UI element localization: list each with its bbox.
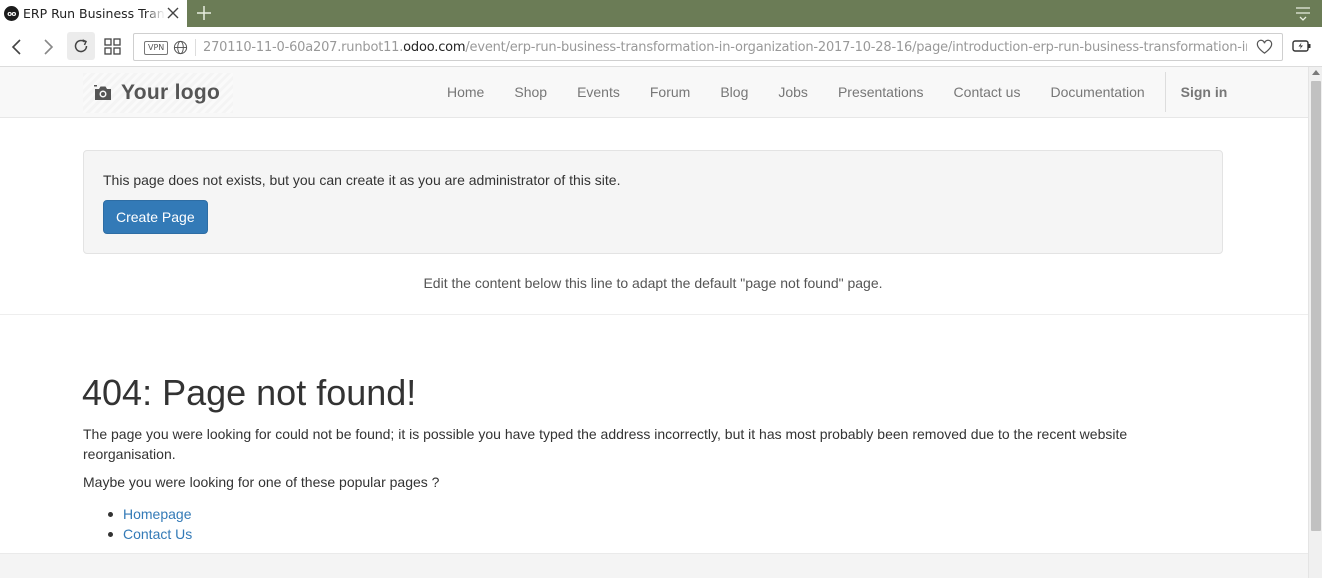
menu-item-jobs[interactable]: Jobs: [763, 67, 823, 117]
heart-icon[interactable]: [1256, 39, 1273, 56]
url-separator: [195, 39, 196, 56]
scroll-up-arrow-icon[interactable]: [1312, 70, 1320, 75]
main-menu: Home Shop Events Forum Blog Jobs Present…: [432, 67, 1242, 117]
tiles-icon[interactable]: [102, 36, 124, 58]
popular-pages-list: Homepage Contact Us: [83, 504, 192, 544]
footer: [0, 553, 1308, 578]
url-path: /event/erp-run-business-transformation-i…: [465, 40, 1247, 55]
contact-us-link[interactable]: Contact Us: [123, 526, 192, 542]
url-prefix: 270110-11-0-60a207.runbot11.: [203, 40, 404, 55]
reload-button[interactable]: [67, 32, 95, 60]
menu-item-events[interactable]: Events: [562, 67, 635, 117]
page-scrollbar[interactable]: [1308, 67, 1322, 578]
menu-item-home[interactable]: Home: [432, 67, 499, 117]
vpn-badge[interactable]: VPN: [144, 41, 169, 55]
browser-tab-active[interactable]: oo ERP Run Business Transformation in Or…: [0, 0, 187, 27]
list-item: Homepage: [83, 504, 192, 524]
browser-tab-bar: oo ERP Run Business Transformation in Or…: [0, 0, 1322, 27]
site-logo[interactable]: Your logo: [83, 73, 233, 113]
close-icon[interactable]: [165, 5, 181, 21]
tab-title: ERP Run Business Transformation in Organ…: [23, 6, 165, 21]
reload-icon: [74, 39, 88, 53]
menu-item-contact-us[interactable]: Contact us: [939, 67, 1036, 117]
site-navbar: Your logo Home Shop Events Forum Blog Jo…: [0, 67, 1308, 118]
browser-toolbar: VPN 270110-11-0-60a207.runbot11.odoo.com…: [0, 27, 1322, 67]
page-title: 404: Page not found!: [82, 372, 417, 413]
menu-item-shop[interactable]: Shop: [499, 67, 562, 117]
menu-item-blog[interactable]: Blog: [705, 67, 763, 117]
globe-icon[interactable]: [173, 40, 188, 55]
suggestion-text: Maybe you were looking for one of these …: [83, 474, 440, 490]
not-found-description: The page you were looking for could not …: [83, 426, 1128, 462]
tab-menu-icon[interactable]: [1294, 5, 1312, 21]
back-arrow-icon[interactable]: [6, 36, 28, 58]
odoo-favicon-icon: oo: [4, 6, 19, 21]
admin-notice: This page does not exists, but you can c…: [83, 150, 1223, 254]
admin-notice-text: This page does not exists, but you can c…: [103, 172, 621, 188]
sign-in-link[interactable]: Sign in: [1166, 67, 1243, 117]
scrollbar-thumb[interactable]: [1311, 81, 1321, 531]
url-text[interactable]: 270110-11-0-60a207.runbot11.odoo.com/eve…: [203, 40, 1247, 55]
create-page-button[interactable]: Create Page: [103, 200, 208, 234]
camera-icon: [94, 85, 111, 100]
menu-item-presentations[interactable]: Presentations: [823, 67, 939, 117]
menu-item-documentation[interactable]: Documentation: [1035, 67, 1159, 117]
logo-text: Your logo: [121, 81, 221, 104]
list-item: Contact Us: [83, 524, 192, 544]
plus-icon[interactable]: [194, 3, 214, 23]
battery-icon[interactable]: [1292, 39, 1312, 53]
divider: [0, 314, 1308, 315]
homepage-link[interactable]: Homepage: [123, 506, 192, 522]
forward-arrow-icon[interactable]: [37, 36, 59, 58]
address-bar[interactable]: VPN 270110-11-0-60a207.runbot11.odoo.com…: [133, 33, 1283, 61]
menu-item-forum[interactable]: Forum: [635, 67, 705, 117]
web-page: Your logo Home Shop Events Forum Blog Jo…: [0, 67, 1308, 578]
edit-content-note: Edit the content below this line to adap…: [423, 275, 883, 291]
url-domain: odoo.com: [403, 40, 466, 55]
